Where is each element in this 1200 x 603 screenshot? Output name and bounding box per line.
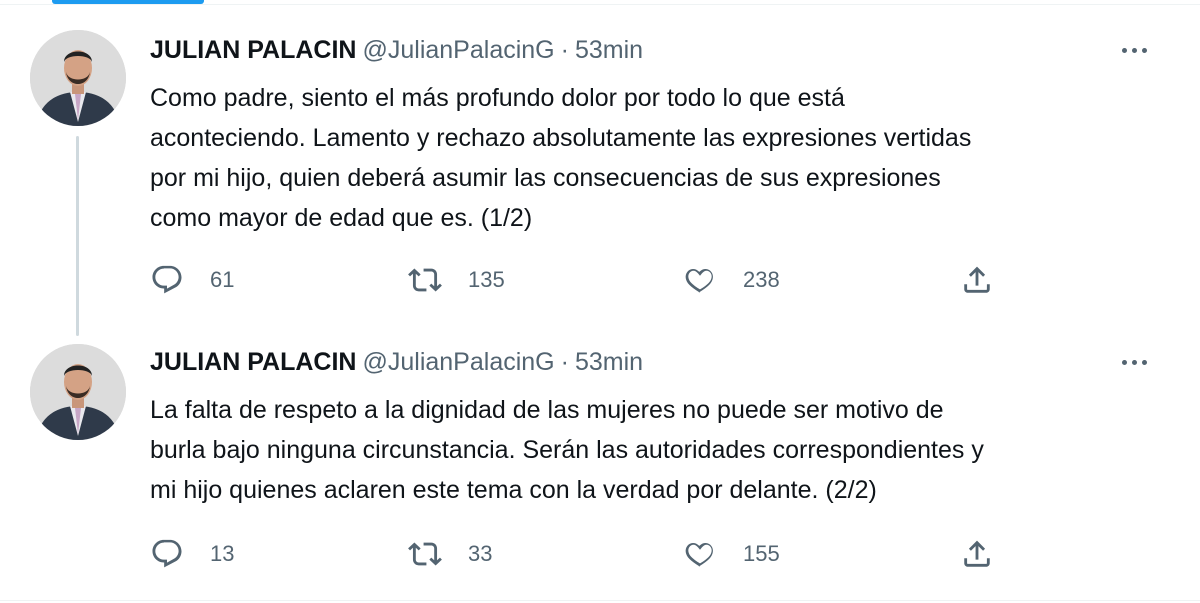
tweet-text: La falta de respeto a la dignidad de las… — [150, 390, 1160, 510]
tweet-actions: 13 33 155 — [150, 534, 1010, 574]
top-divider — [0, 4, 1200, 5]
tweet-text-line: aconteciendo. Lamento y rechazo absoluta… — [150, 124, 972, 152]
tweet-text-line: como mayor de edad que es. (1/2) — [150, 204, 533, 232]
thread-line — [76, 136, 79, 336]
reply-count: 61 — [210, 267, 235, 292]
tweet-actions: 61 135 238 — [150, 260, 1010, 300]
timestamp[interactable]: 53min — [575, 348, 643, 376]
like-count: 238 — [743, 267, 780, 292]
author-name[interactable]: JULIAN PALACIN — [150, 36, 356, 64]
tweet-1[interactable]: JULIAN PALACIN @JulianPalacinG · 53min Como… — [0, 10, 1200, 336]
tweet-text-line: Como padre, siento el más profundo dolor… — [150, 84, 845, 112]
more-icon[interactable] — [1122, 356, 1156, 368]
tweet-text-line: burla bajo ninguna circunstancia. Serán … — [150, 436, 984, 464]
avatar[interactable] — [30, 30, 126, 126]
tweet-header: JULIAN PALACIN @JulianPalacinG · 53min — [150, 34, 643, 66]
tweet-text: Como padre, siento el más profundo dolor… — [150, 78, 1160, 238]
retweet-button[interactable]: 33 — [408, 534, 492, 574]
reply-button[interactable]: 13 — [150, 534, 234, 574]
author-handle[interactable]: @JulianPalacinG — [362, 36, 554, 64]
share-icon — [964, 540, 990, 567]
retweet-button[interactable]: 135 — [408, 260, 505, 300]
retweet-icon — [408, 268, 442, 292]
share-button[interactable] — [960, 260, 994, 300]
separator-dot: · — [560, 348, 569, 376]
retweet-icon — [408, 542, 442, 566]
separator-dot: · — [560, 36, 569, 64]
reply-icon — [152, 539, 182, 568]
like-icon — [685, 268, 713, 293]
like-button[interactable]: 238 — [683, 260, 780, 300]
tweet-text-line: La falta de respeto a la dignidad de las… — [150, 396, 944, 424]
author-handle[interactable]: @JulianPalacinG — [362, 348, 554, 376]
reply-count: 13 — [210, 541, 235, 566]
bottom-divider — [0, 600, 1200, 601]
retweet-count: 135 — [468, 267, 505, 292]
like-button[interactable]: 155 — [683, 534, 780, 574]
author-name[interactable]: JULIAN PALACIN — [150, 348, 356, 376]
like-icon — [685, 542, 713, 567]
tweet-2[interactable]: JULIAN PALACIN @JulianPalacinG · 53min La f… — [0, 330, 1200, 600]
like-count: 155 — [743, 541, 780, 566]
reply-button[interactable]: 61 — [150, 260, 234, 300]
more-icon[interactable] — [1122, 44, 1156, 56]
retweet-count: 33 — [468, 541, 493, 566]
tweet-text-line: mi hijo quienes aclaren este tema con la… — [150, 476, 877, 504]
avatar[interactable] — [30, 344, 126, 440]
share-icon — [964, 266, 990, 293]
timestamp[interactable]: 53min — [575, 36, 643, 64]
share-button[interactable] — [960, 534, 994, 574]
reply-icon — [152, 265, 182, 294]
tweet-header: JULIAN PALACIN @JulianPalacinG · 53min — [150, 346, 643, 378]
tweet-text-line: por mi hijo, quien deberá asumir las con… — [150, 164, 941, 192]
